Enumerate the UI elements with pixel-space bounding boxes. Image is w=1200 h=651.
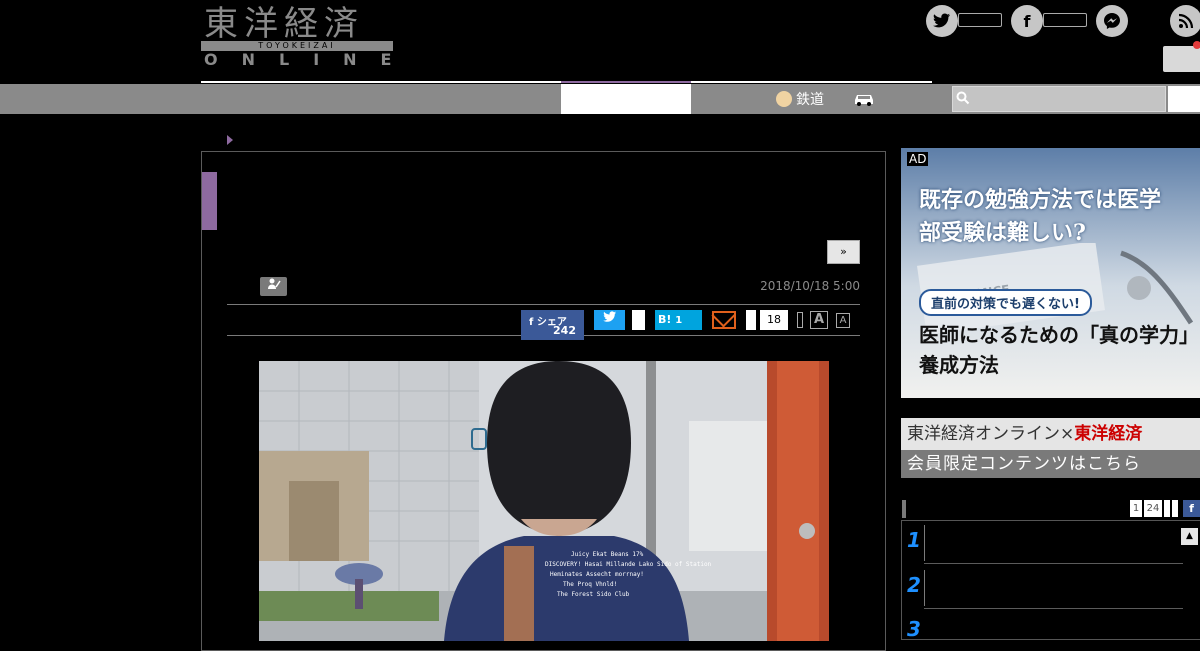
rank-divider <box>924 570 925 606</box>
ranking-tab-24[interactable]: 24 <box>1144 500 1162 517</box>
rank-separator <box>924 608 1183 609</box>
comment-count[interactable]: 18 <box>760 310 788 330</box>
site-logo[interactable]: 東洋経済 <box>204 4 364 44</box>
twitter-follow-count <box>958 13 1002 27</box>
ranking-facebook-icon[interactable]: f <box>1183 500 1200 517</box>
member-banner-prefix: 東洋経済オンライン× <box>907 424 1075 444</box>
article-photo: Juicy Ekat Beans 17% DISCOVERY! Hasai Mi… <box>259 361 829 641</box>
site-logo-sub: ONLINE <box>204 50 416 69</box>
nav-active-indicator <box>561 81 691 83</box>
train-icon <box>776 91 792 107</box>
tshirt-text-2: DISCOVERY! Hasai Millande Lako Sido of S… <box>545 561 712 568</box>
twitter-share-count <box>632 310 645 330</box>
twitter-share-button[interactable] <box>594 310 625 330</box>
mail-icon[interactable] <box>712 311 736 329</box>
rank-divider <box>924 525 925 561</box>
breadcrumb-arrow-icon <box>227 135 233 145</box>
ad-headline: 既存の勉強方法では医学部受験は難しい? <box>919 187 1162 246</box>
ad-tag: 直前の対策でも遅くない! <box>919 289 1092 316</box>
hatena-bookmark-button[interactable]: B! 1 <box>655 310 702 330</box>
publish-date: 2018/10/18 5:00 <box>760 279 860 293</box>
facebook-small-icon: f <box>529 317 537 328</box>
ranking-tab-1[interactable]: 1 <box>1130 500 1142 517</box>
facebook-share-count: 242 <box>553 324 576 337</box>
search-button[interactable] <box>1168 86 1200 112</box>
twitter-icon[interactable] <box>926 5 958 37</box>
ad-subheadline: 医師になるための「真の学力」養成方法 <box>919 323 1199 377</box>
nav-item-active[interactable] <box>561 84 691 114</box>
notification-badge <box>1193 41 1200 49</box>
car-icon[interactable] <box>852 91 876 107</box>
comment-icon[interactable] <box>746 310 756 330</box>
ranking-header-bar <box>902 500 906 518</box>
nav-item-rail[interactable]: 鉄道 <box>776 84 824 114</box>
login-button[interactable] <box>1163 46 1200 72</box>
share-divider-top <box>227 304 860 305</box>
nav-item-rail-label: 鉄道 <box>796 92 824 108</box>
hatena-count: 1 <box>675 315 683 326</box>
search-input[interactable] <box>952 86 1166 112</box>
facebook-icon[interactable]: f <box>1011 5 1043 37</box>
ranking-list: 1 2 3 <box>901 520 1200 640</box>
next-page-button[interactable]: » <box>827 240 860 264</box>
print-button[interactable] <box>797 312 803 328</box>
font-size-large-button[interactable]: A <box>810 311 828 329</box>
tshirt-text-4: The Proq Vhnld! <box>563 581 617 588</box>
font-size-small-button[interactable]: A <box>836 313 850 328</box>
member-banner-brand: 東洋経済 <box>1074 424 1143 444</box>
scroll-up-button[interactable]: ▲ <box>1181 528 1198 545</box>
facebook-share-button[interactable]: f シェア 242 <box>521 310 584 340</box>
title-accent-bar <box>202 172 217 230</box>
member-content-banner[interactable]: 東洋経済オンライン×東洋経済 会員限定コンテンツはこちら <box>901 418 1200 478</box>
facebook-like-count <box>1043 13 1087 27</box>
sidebar-ad[interactable]: INSURANCE AD 既存の勉強方法では医学部受験は難しい? 直前の対策でも… <box>901 148 1200 398</box>
ad-label: AD <box>907 152 929 166</box>
rank-number-3: 3 <box>907 617 921 641</box>
author-icon[interactable] <box>260 277 287 296</box>
rss-icon[interactable] <box>1170 5 1200 37</box>
member-banner-bottom: 会員限定コンテンツはこちら <box>901 450 1200 478</box>
hatena-label: B! <box>658 313 672 326</box>
tshirt-text-1: Juicy Ekat Beans 17% <box>571 551 644 558</box>
ranking-tab-3[interactable] <box>1164 500 1170 517</box>
tshirt-text-5: The Forest Sido Club <box>557 591 630 598</box>
rank-separator <box>924 563 1183 564</box>
tshirt-text-3: Heminates Assecht morrnay! <box>550 571 644 578</box>
ranking-tab-4[interactable] <box>1172 500 1178 517</box>
messenger-icon[interactable] <box>1096 5 1128 37</box>
search-icon <box>956 91 972 107</box>
member-banner-top: 東洋経済オンライン×東洋経済 <box>901 418 1200 450</box>
